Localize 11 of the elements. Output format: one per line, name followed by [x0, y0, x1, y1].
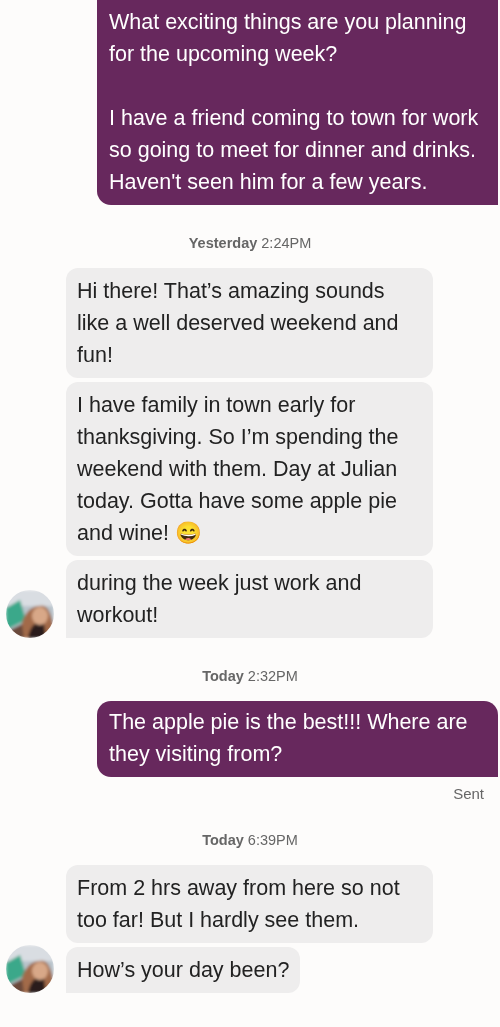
timestamp: Today 6:39PM [201, 832, 299, 848]
sent-message: What exciting things are you planning for the upcoming week? I have a friend coming to town for work so going to meet for dinner and drinks. Haven't seen him for a few years. [97, 0, 498, 205]
received-message: I have family in town early for thanksgiving. So I’m spending the weekend with them. Day at Julian today. Gotta have some apple pie and wine! 😄 [66, 382, 433, 556]
sent-message: The apple pie is the best!!! Where are they visiting from? [97, 701, 498, 777]
timestamp: Yesterday 2:24PM [187, 235, 313, 251]
received-message: Hi there! That’s amazing sounds like a well deserved weekend and fun! [66, 268, 433, 378]
received-message: How’s your day been? [66, 947, 301, 993]
timestamp: Today 2:32PM [201, 668, 299, 684]
message-status: Sent [453, 785, 484, 802]
received-message: during the week just work and workout! [66, 560, 433, 638]
received-message: From 2 hrs away from here so not too far! But I hardly see them. [66, 865, 433, 943]
